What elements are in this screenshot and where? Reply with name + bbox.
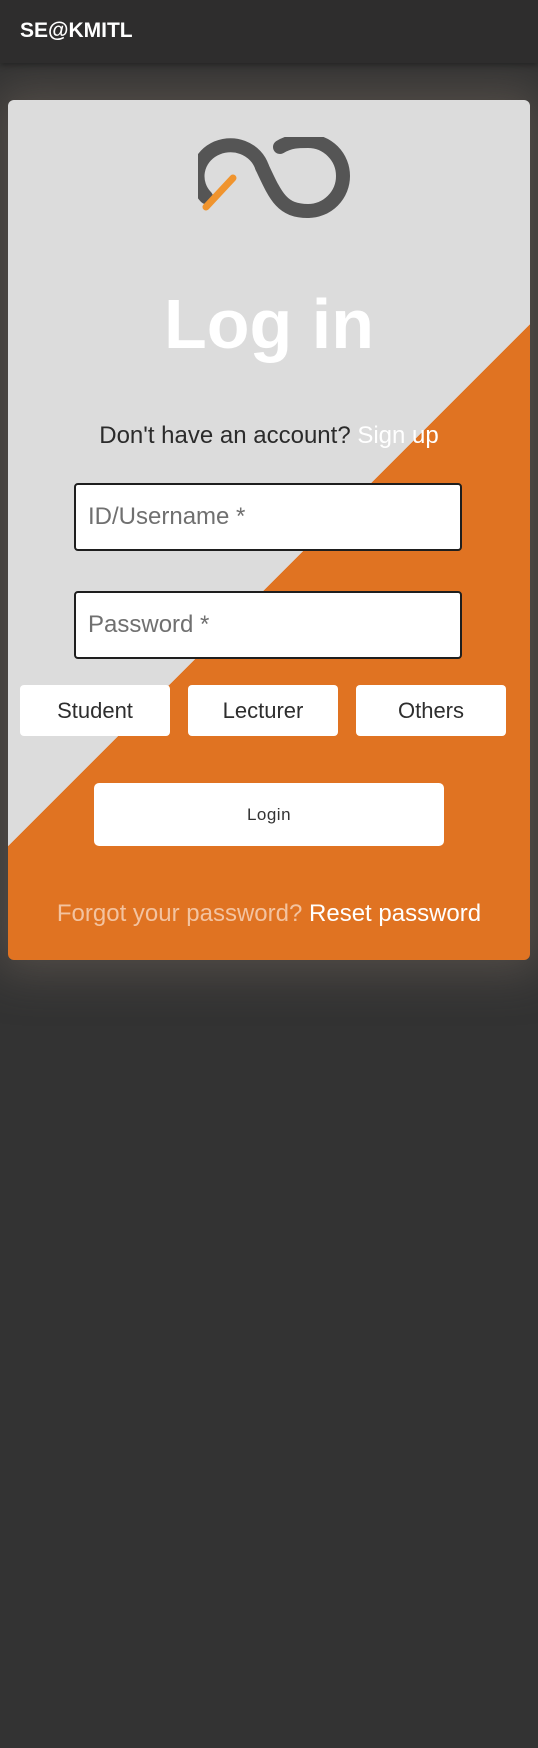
brand-link[interactable]: SE@KMITL [20, 19, 133, 43]
password-input[interactable] [74, 591, 462, 659]
page-title: Log in [164, 285, 374, 363]
login-card: Log in Don't have an account? Sign up St… [8, 100, 530, 960]
role-student-button[interactable]: Student [20, 685, 170, 736]
forgot-password-line: Forgot your password? Reset password [8, 900, 530, 928]
navbar: SE@KMITL [0, 0, 538, 63]
signup-prompt: Don't have an account? [99, 422, 351, 449]
signup-link[interactable]: Sign up [357, 422, 438, 449]
role-lecturer-button[interactable]: Lecturer [188, 685, 338, 736]
role-others-button[interactable]: Others [356, 685, 506, 736]
forgot-password-prompt: Forgot your password? [56, 900, 303, 927]
username-input[interactable] [74, 483, 462, 551]
reset-password-link[interactable]: Reset password [309, 900, 481, 927]
se-kmitl-logo-icon [198, 137, 350, 218]
login-button[interactable]: Login [94, 783, 444, 846]
signup-prompt-line: Don't have an account? Sign up [8, 422, 530, 450]
